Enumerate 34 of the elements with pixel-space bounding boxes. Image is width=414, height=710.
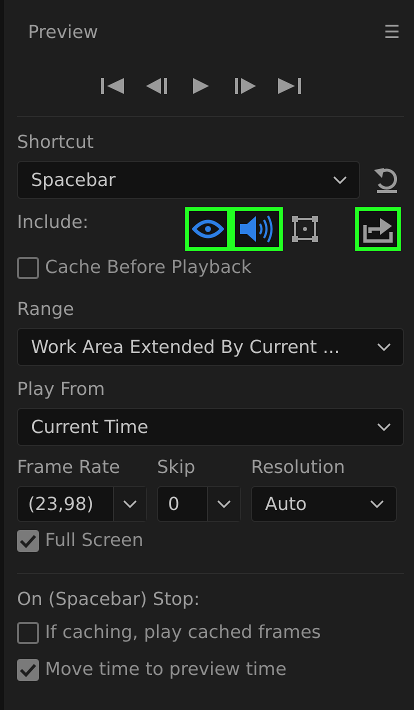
include-label: Include: bbox=[17, 211, 89, 235]
export-icon[interactable] bbox=[355, 207, 401, 251]
first-frame-button[interactable] bbox=[100, 76, 126, 96]
menu-button[interactable]: ☰ bbox=[380, 22, 404, 42]
play-from-dropdown[interactable]: Current Time bbox=[17, 408, 404, 446]
stop-option-checkbox[interactable]: If caching, play cached frames bbox=[17, 614, 404, 651]
checkmark-icon bbox=[19, 532, 37, 548]
panel-title: Preview bbox=[28, 22, 98, 42]
frame-rate-dropdown[interactable]: (23,98) bbox=[17, 486, 147, 522]
chevron-down-icon bbox=[333, 175, 347, 185]
full-screen-checkbox[interactable]: Full Screen bbox=[17, 522, 404, 559]
on-stop-label: On (Spacebar) Stop: bbox=[17, 588, 200, 612]
resolution-label: Resolution bbox=[251, 456, 346, 480]
resolution-dropdown[interactable]: Auto bbox=[251, 486, 397, 522]
frame-rate-label: Frame Rate bbox=[17, 456, 120, 480]
range-dropdown[interactable]: Work Area Extended By Current ... bbox=[17, 328, 404, 366]
range-label: Range bbox=[17, 298, 74, 322]
checkmark-icon bbox=[19, 662, 37, 678]
chevron-down-icon bbox=[370, 499, 384, 509]
skip-dropdown[interactable]: 0 bbox=[157, 486, 241, 522]
eye-icon[interactable] bbox=[185, 207, 231, 251]
chevron-down-icon bbox=[123, 499, 137, 509]
shortcut-dropdown[interactable]: Spacebar bbox=[17, 161, 360, 199]
cache-before-playback-checkbox[interactable]: Cache Before Playback bbox=[17, 249, 404, 286]
stop-option-checkbox[interactable]: Move time to preview time bbox=[17, 651, 404, 688]
chevron-down-icon bbox=[377, 422, 391, 432]
speaker-icon[interactable] bbox=[231, 207, 283, 251]
chevron-down-icon bbox=[217, 499, 231, 509]
last-frame-button[interactable] bbox=[276, 76, 302, 96]
skip-label: Skip bbox=[157, 456, 196, 480]
previous-frame-button[interactable] bbox=[144, 76, 170, 96]
chevron-down-icon bbox=[377, 342, 391, 352]
shortcut-label: Shortcut bbox=[17, 131, 94, 155]
play-from-label: Play From bbox=[17, 378, 105, 402]
